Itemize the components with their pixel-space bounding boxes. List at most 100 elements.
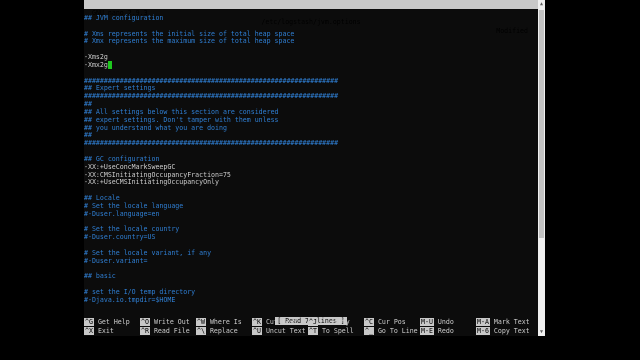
- editor-line-text: # Set the locale language: [84, 201, 184, 210]
- shortcut-bar: ^G Get Help ^O Write Out ^W Where Is ^K Cut Tex…: [84, 318, 538, 336]
- shortcut-key: ^W: [196, 318, 206, 326]
- editor-line-text: #-Duser.language=en: [84, 209, 160, 218]
- shortcut-key: M-E: [420, 327, 434, 335]
- shortcut-key: ^_: [364, 327, 374, 335]
- shortcut-exit[interactable]: ^X Exit: [84, 327, 114, 336]
- shortcut-label: Replace: [209, 327, 238, 335]
- shortcut-go-to-line[interactable]: ^_ Go To Line: [364, 327, 418, 336]
- scroll-up-arrow-icon[interactable]: ▲: [538, 0, 545, 8]
- editor-line-text: ########################################…: [84, 76, 339, 85]
- shortcut-label: Mark Text: [493, 318, 530, 326]
- shortcut-uncut-text[interactable]: ^U Uncut Text: [252, 327, 306, 336]
- editor-line[interactable]: -Xmx2g: [84, 60, 538, 70]
- shortcut-label: Write Out: [153, 318, 190, 326]
- shortcut-get-help[interactable]: ^G Get Help: [84, 318, 130, 327]
- terminal-window: GNU nano 2.9.3 /etc/logstash/jvm.options…: [84, 0, 538, 336]
- editor-line-text: -XX:+UseConcMarkSweepGC: [84, 162, 176, 171]
- editor-line-text: ## JVM configuration: [84, 14, 164, 22]
- editor-line[interactable]: ## basic: [84, 272, 538, 281]
- editor-line-text: # Xmx represents the maximum size of tot…: [84, 37, 295, 46]
- shortcut-cut-text[interactable]: ^K Cut Text: [252, 318, 298, 327]
- shortcut-label: Get Help: [97, 318, 130, 326]
- shortcut-key: M-U: [420, 318, 434, 326]
- shortcut-row-2: ^X Exit ^R Read File ^\ Replace ^U Uncut Text ^T…: [84, 327, 538, 336]
- editor-line-text: ## Locale: [84, 194, 120, 203]
- editor-line[interactable]: ########################################…: [84, 139, 538, 148]
- shortcut-key: ^U: [252, 327, 262, 335]
- editor-line[interactable]: # Set the locale variant, if any: [84, 248, 538, 258]
- editor-line[interactable]: ## JVM configuration: [84, 14, 538, 23]
- editor-line-text: ########################################…: [84, 139, 339, 148]
- editor-line[interactable]: # Xmx represents the maximum size of tot…: [84, 38, 538, 46]
- status-bar: [ Read 76 lines ]: [84, 308, 538, 325]
- shortcut-key: ^\: [196, 327, 206, 335]
- vertical-scrollbar[interactable]: ▲ ▼: [538, 0, 545, 336]
- editor-line-text: ##: [84, 100, 92, 109]
- shortcut-mark-text[interactable]: M-A Mark Text: [476, 318, 530, 327]
- shortcut-label: Where Is: [209, 318, 242, 326]
- editor-text-area[interactable]: ## JVM configuration # Xms represents the…: [84, 14, 538, 305]
- editor-line[interactable]: [84, 46, 538, 54]
- nano-title-bar: GNU nano 2.9.3 /etc/logstash/jvm.options…: [84, 0, 538, 35]
- shortcut-to-spell[interactable]: ^T To Spell: [308, 327, 354, 336]
- shortcut-cur-pos[interactable]: ^C Cur Pos: [364, 318, 406, 327]
- editor-line[interactable]: -XX:+UseCMSInitiatingOccupancyOnly: [84, 178, 538, 187]
- editor-line-text: # set the I/O temp directory: [84, 287, 196, 296]
- editor-line[interactable]: ## you understand what you are doing: [84, 123, 538, 133]
- editor-line[interactable]: #-Duser.language=en: [84, 209, 538, 219]
- shortcut-key: M-6: [476, 327, 490, 335]
- editor-line-text: ## you understand what you are doing: [84, 123, 227, 132]
- shortcut-key: ^J: [308, 318, 318, 326]
- editor-line-text: #-Duser.variant=: [84, 256, 148, 265]
- editor-line-text: ##: [84, 131, 92, 140]
- shortcut-label: Uncut Text: [265, 327, 306, 335]
- scroll-down-arrow-icon[interactable]: ▼: [538, 328, 545, 336]
- editor-line[interactable]: [84, 187, 538, 195]
- editor-line[interactable]: [84, 266, 538, 274]
- scrollbar-thumb[interactable]: [539, 10, 544, 238]
- editor-line-text: ## expert settings. Don't tamper with th…: [84, 115, 279, 124]
- shortcut-label: Read File: [153, 327, 190, 335]
- editor-line[interactable]: ########################################…: [84, 92, 538, 101]
- editor-line-text: -XX:+UseCMSInitiatingOccupancyOnly: [84, 178, 219, 187]
- shortcut-key: ^O: [140, 318, 150, 326]
- shortcut-label: Justify: [321, 318, 350, 326]
- editor-line-text: ## Expert settings: [84, 84, 156, 93]
- shortcut-label: Undo: [437, 318, 454, 326]
- editor-line-text: ## GC configuration: [84, 154, 160, 163]
- editor-line-text: ########################################…: [84, 92, 339, 101]
- shortcut-key: ^X: [84, 327, 94, 335]
- editor-line[interactable]: #-Djava.io.tmpdir=$HOME: [84, 296, 538, 305]
- shortcut-label: Exit: [97, 327, 114, 335]
- shortcut-key: ^C: [364, 318, 374, 326]
- shortcut-where-is[interactable]: ^W Where Is: [196, 318, 242, 327]
- editor-line-text: #-Duser.country=US: [84, 233, 156, 242]
- shortcut-row-1: ^G Get Help ^O Write Out ^W Where Is ^K Cut Tex…: [84, 318, 538, 327]
- editor-line-text: # Set the locale variant, if any: [84, 248, 212, 257]
- shortcut-undo[interactable]: M-U Undo: [420, 318, 454, 327]
- shortcut-copy-text[interactable]: M-6 Copy Text: [476, 327, 530, 336]
- shortcut-label: Cur Pos: [377, 318, 406, 326]
- shortcut-key: ^R: [140, 327, 150, 335]
- editor-line-text: -Xmx2g: [84, 60, 108, 69]
- shortcut-label: Go To Line: [377, 327, 418, 335]
- editor-line-text: ## basic: [84, 272, 116, 281]
- shortcut-key: ^T: [308, 327, 318, 335]
- shortcut-label: Redo: [437, 327, 454, 335]
- editor-line[interactable]: #-Duser.variant=: [84, 256, 538, 266]
- editor-line-text: ## All settings below this section are c…: [84, 107, 279, 116]
- shortcut-write-out[interactable]: ^O Write Out: [140, 318, 190, 327]
- shortcut-replace[interactable]: ^\ Replace: [196, 327, 238, 336]
- shortcut-key: M-A: [476, 318, 490, 326]
- shortcut-key: ^G: [84, 318, 94, 326]
- editor-line[interactable]: #-Duser.country=US: [84, 233, 538, 242]
- editor-line-text: # Xms represents the initial size of tot…: [84, 29, 295, 38]
- editor-line-text: -XX:CMSInitiatingOccupancyFraction=75: [84, 170, 231, 179]
- shortcut-redo[interactable]: M-E Redo: [420, 327, 454, 336]
- shortcut-justify[interactable]: ^J Justify: [308, 318, 350, 327]
- editor-line-text: -Xms2g: [84, 53, 108, 62]
- shortcut-label: To Spell: [321, 327, 354, 335]
- editor-line[interactable]: -Xms2g: [84, 53, 538, 62]
- text-cursor: [107, 60, 112, 69]
- shortcut-read-file[interactable]: ^R Read File: [140, 327, 190, 336]
